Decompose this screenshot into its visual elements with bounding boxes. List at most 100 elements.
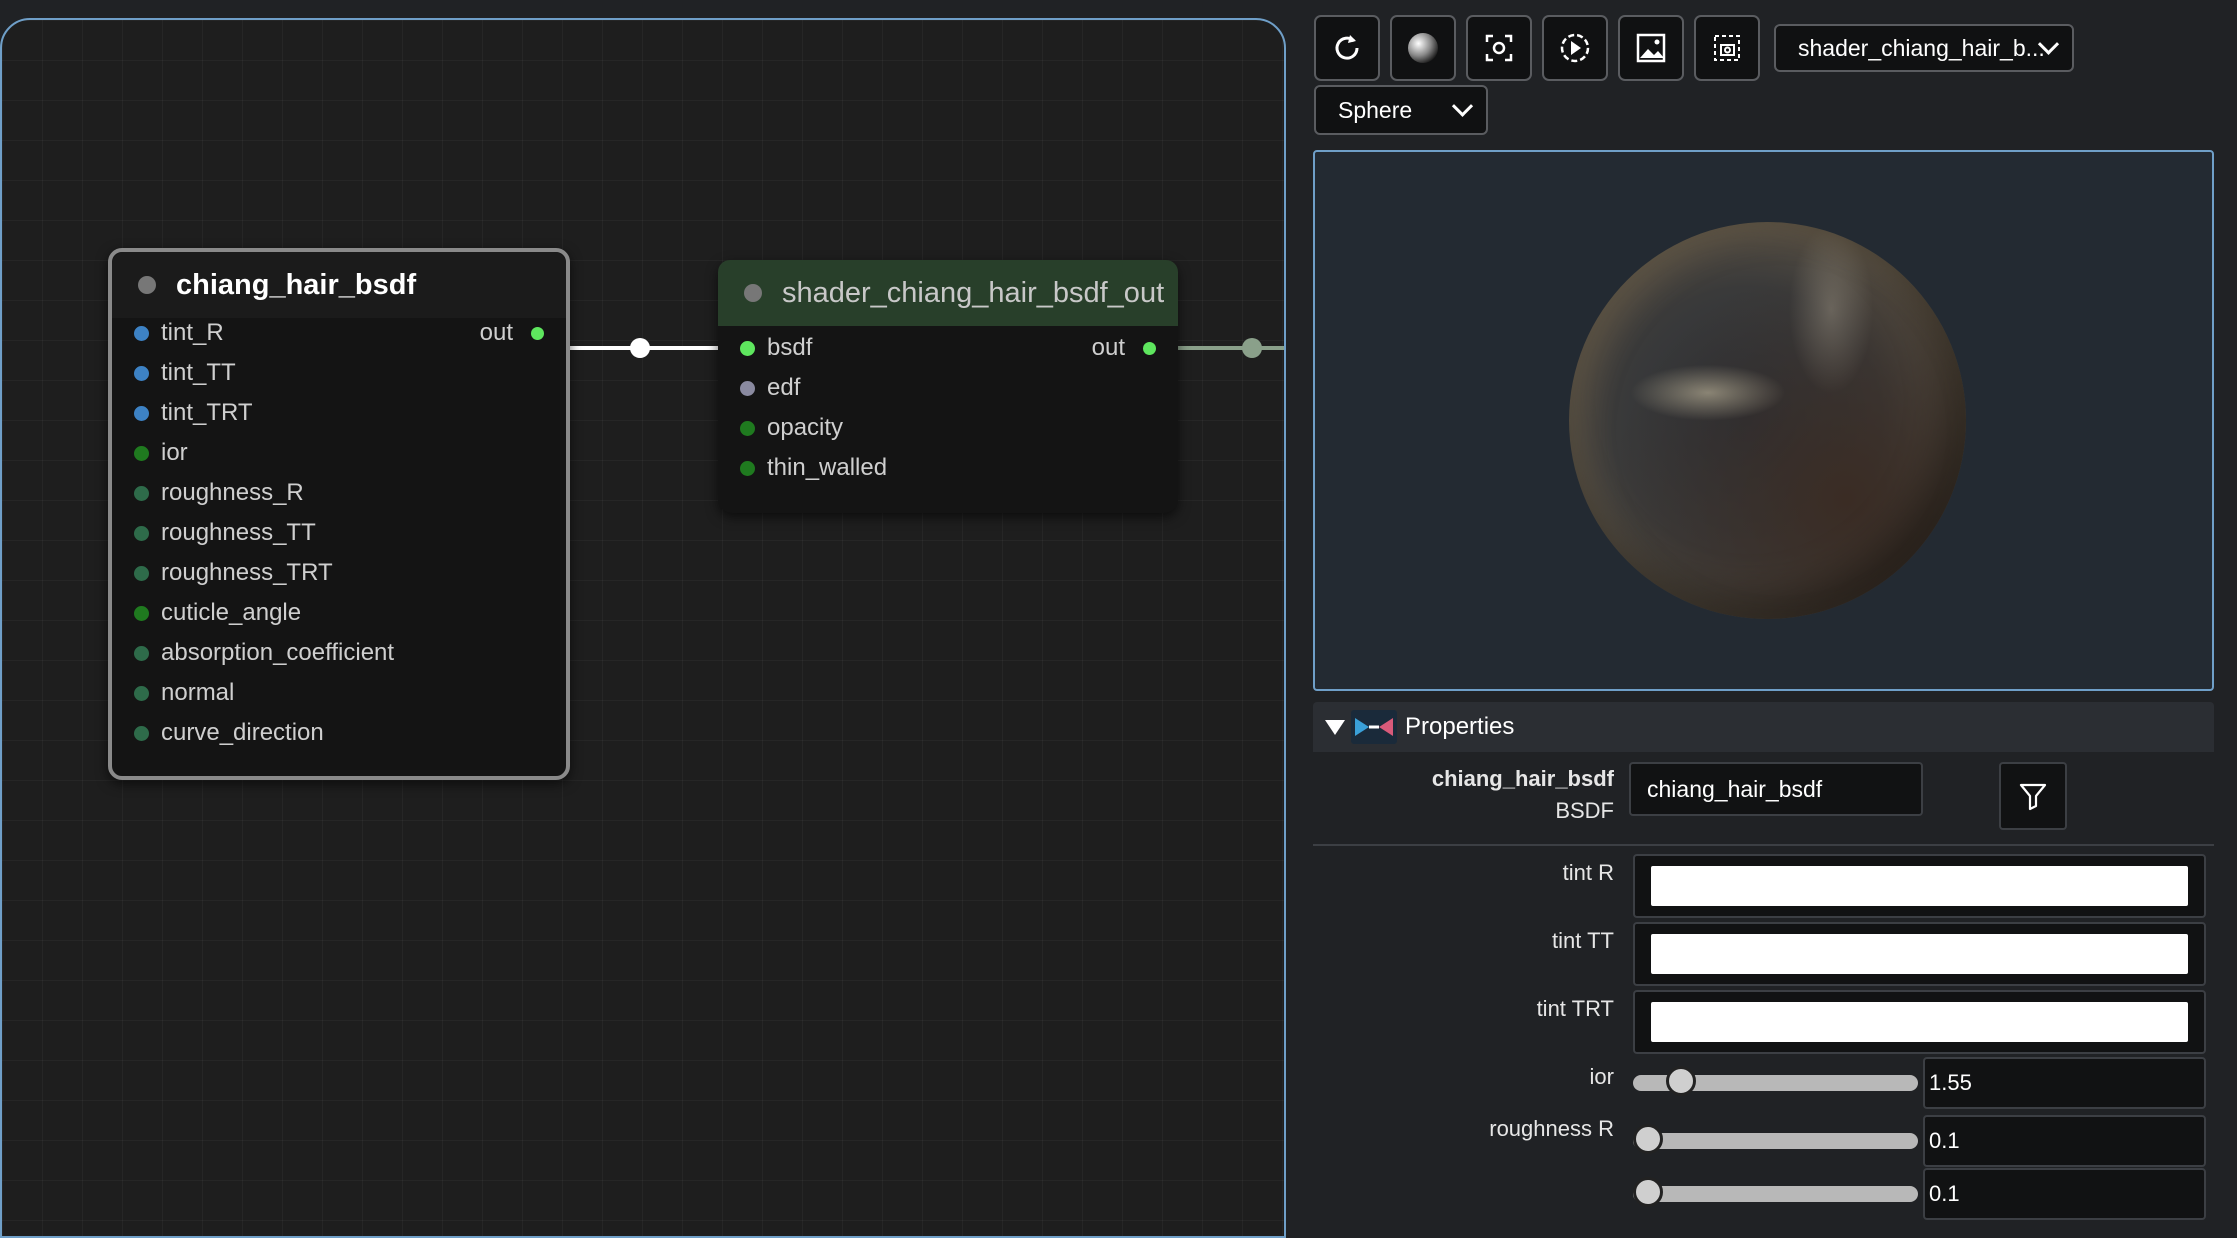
input-port-opacity[interactable]: opacity bbox=[718, 411, 843, 445]
chevron-down-icon bbox=[1451, 95, 1474, 117]
input-port-dot-icon[interactable] bbox=[134, 725, 149, 741]
input-port-dot-icon[interactable] bbox=[134, 445, 149, 461]
input-port-label: opacity bbox=[767, 414, 844, 441]
input-port-roughness-tt[interactable]: roughness_TT bbox=[112, 516, 316, 550]
node-chiang-hair-bsdf[interactable]: chiang_hair_bsdf tint_R tint_TT tint_TRTio… bbox=[108, 248, 570, 780]
render-viewport[interactable] bbox=[1313, 150, 2214, 691]
sphere-material-icon bbox=[1408, 33, 1438, 63]
node-output-port[interactable]: out bbox=[480, 316, 544, 350]
node-title-bar[interactable]: chiang_hair_bsdf bbox=[112, 252, 566, 318]
tint-trt-swatch[interactable] bbox=[1651, 1002, 2188, 1042]
roughness-tt-value: 0.1 bbox=[1929, 1181, 1960, 1206]
output-port-dot-icon[interactable] bbox=[1143, 341, 1156, 355]
input-port-dot-icon[interactable] bbox=[134, 405, 149, 421]
input-port-label: cuticle_angle bbox=[161, 599, 302, 626]
input-port-dot-icon[interactable] bbox=[134, 525, 149, 541]
input-port-ior[interactable]: ior bbox=[112, 436, 188, 470]
node-name-value: chiang_hair_bsdf bbox=[1647, 775, 1823, 802]
divider bbox=[1313, 844, 2214, 846]
roughness-r-input[interactable]: 0.1 bbox=[1923, 1115, 2206, 1167]
filter-button[interactable] bbox=[1999, 762, 2067, 830]
play-button[interactable] bbox=[1542, 15, 1608, 81]
input-port-curve-direction[interactable]: curve_direction bbox=[112, 716, 324, 750]
roughness-tt-input[interactable]: 0.1 bbox=[1923, 1168, 2206, 1220]
input-port-roughness-trt[interactable]: roughness_TRT bbox=[112, 556, 333, 590]
node-name-label: chiang_hair_bsdf bbox=[1431, 766, 1614, 791]
ior-slider-thumb[interactable] bbox=[1666, 1066, 1697, 1096]
input-port-dot-icon[interactable] bbox=[134, 645, 149, 661]
input-port-label: roughness_TRT bbox=[161, 559, 333, 586]
node-title-bar[interactable]: shader_chiang_hair_bsdf_out bbox=[718, 260, 1178, 326]
input-port-roughness-r[interactable]: roughness_R bbox=[112, 476, 304, 510]
ior-input[interactable]: 1.55 bbox=[1923, 1057, 2206, 1109]
input-port-dot-icon[interactable] bbox=[134, 565, 149, 581]
collapse-triangle-icon[interactable] bbox=[1325, 719, 1345, 735]
input-port-edf[interactable]: edf bbox=[718, 371, 800, 405]
material-preview-button[interactable] bbox=[1390, 15, 1456, 81]
input-port-label: roughness_R bbox=[161, 479, 304, 506]
roughness-r-slider[interactable] bbox=[1633, 1124, 1918, 1154]
input-port-dot-icon[interactable] bbox=[740, 380, 755, 396]
input-port-tint-tt[interactable]: tint_TT bbox=[112, 356, 236, 390]
input-port-label: tint_TT bbox=[161, 359, 236, 386]
input-port-label: normal bbox=[161, 679, 235, 706]
play-icon bbox=[1560, 33, 1590, 63]
wire-output-handle[interactable] bbox=[1242, 338, 1262, 358]
capture-button[interactable] bbox=[1466, 15, 1532, 81]
node-name-field[interactable]: chiang_hair_bsdf bbox=[1629, 762, 1923, 816]
node-type-label: BSDF bbox=[1555, 798, 1614, 823]
reset-view-button[interactable] bbox=[1314, 15, 1380, 81]
tint-r-color-field[interactable] bbox=[1633, 854, 2206, 918]
tint-r-swatch[interactable] bbox=[1651, 866, 2188, 906]
input-port-cuticle-angle[interactable]: cuticle_angle bbox=[112, 596, 301, 630]
ior-value: 1.55 bbox=[1929, 1070, 1972, 1095]
roughness-tt-slider-thumb[interactable] bbox=[1633, 1177, 1663, 1207]
roughness-r-slider-thumb[interactable] bbox=[1633, 1124, 1663, 1154]
input-port-tint-r[interactable]: tint_R bbox=[112, 316, 224, 350]
input-port-thin-walled[interactable]: thin_walled bbox=[718, 451, 887, 485]
geometry-select[interactable]: Sphere bbox=[1314, 85, 1488, 135]
input-port-dot-icon[interactable] bbox=[740, 420, 755, 436]
output-label: out bbox=[1091, 334, 1125, 361]
ior-slider[interactable] bbox=[1633, 1066, 1918, 1096]
input-port-dot-icon[interactable] bbox=[740, 340, 755, 356]
node-output-port[interactable]: out bbox=[1092, 331, 1156, 365]
tint-r-label: tint R bbox=[1562, 860, 1614, 885]
input-port-label: bsdf bbox=[767, 334, 813, 361]
input-port-normal[interactable]: normal bbox=[112, 676, 234, 710]
input-port-tint-trt[interactable]: tint_TRT bbox=[112, 396, 253, 430]
tint-trt-color-field[interactable] bbox=[1633, 990, 2206, 1054]
input-port-absorption-coefficient[interactable]: absorption_coefficient bbox=[112, 636, 394, 670]
material-select[interactable]: shader_chiang_hair_b... bbox=[1774, 24, 2074, 72]
tint-tt-swatch[interactable] bbox=[1651, 934, 2188, 974]
materialx-logo-icon bbox=[1351, 710, 1397, 744]
roughness-tt-slider[interactable] bbox=[1633, 1177, 1918, 1207]
input-port-dot-icon[interactable] bbox=[134, 605, 149, 621]
output-label: out bbox=[479, 319, 513, 346]
input-port-label: ior bbox=[161, 439, 188, 466]
node-status-icon bbox=[138, 276, 156, 294]
input-port-label: curve_direction bbox=[161, 719, 324, 746]
reset-icon bbox=[1335, 35, 1359, 60]
input-port-dot-icon[interactable] bbox=[134, 485, 149, 501]
node-status-icon bbox=[744, 284, 762, 302]
input-port-dot-icon[interactable] bbox=[134, 365, 149, 381]
properties-header[interactable]: Properties bbox=[1313, 702, 2214, 752]
node-shader-out[interactable]: shader_chiang_hair_bsdf_out bsdf edf opaci… bbox=[718, 260, 1178, 513]
wire-midpoint-handle[interactable] bbox=[630, 338, 650, 358]
input-port-label: edf bbox=[767, 374, 801, 401]
background-image-button[interactable] bbox=[1618, 15, 1684, 81]
input-port-bsdf[interactable]: bsdf bbox=[718, 331, 812, 365]
input-port-dot-icon[interactable] bbox=[134, 325, 149, 341]
input-port-dot-icon[interactable] bbox=[134, 685, 149, 701]
output-port-dot-icon[interactable] bbox=[531, 326, 544, 340]
capture-icon bbox=[1485, 34, 1513, 62]
input-port-dot-icon[interactable] bbox=[740, 460, 755, 476]
input-port-label: roughness_TT bbox=[161, 519, 316, 546]
material-select-value: shader_chiang_hair_b... bbox=[1798, 34, 2045, 61]
node-graph-canvas[interactable]: chiang_hair_bsdf tint_R tint_TT tint_TRTio… bbox=[0, 18, 1286, 1238]
tint-tt-color-field[interactable] bbox=[1633, 922, 2206, 986]
input-port-label: thin_walled bbox=[767, 454, 888, 481]
filter-icon bbox=[2019, 783, 2047, 811]
capture-area-button[interactable] bbox=[1694, 15, 1760, 81]
